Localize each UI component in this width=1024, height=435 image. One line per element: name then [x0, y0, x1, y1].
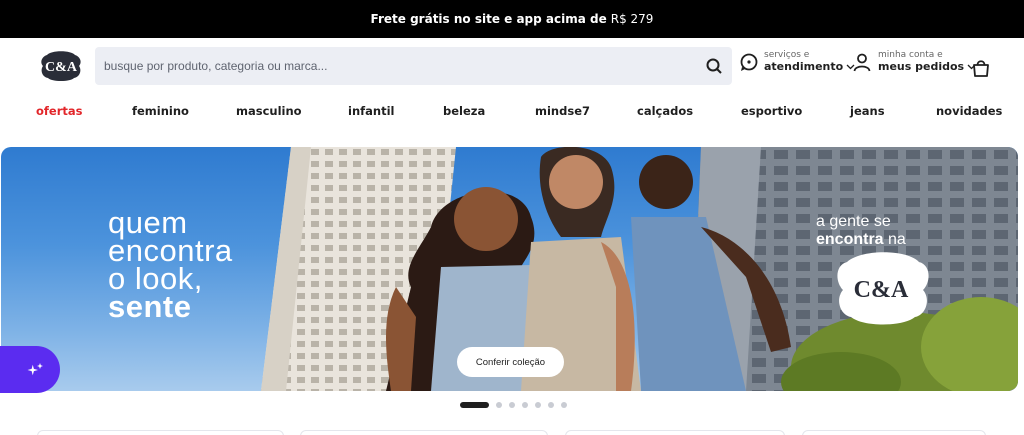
category-nav: ofertas feminino masculino infantil bele…	[0, 94, 1024, 128]
carousel-dots	[460, 402, 574, 408]
search-icon[interactable]	[704, 56, 724, 76]
carousel-dot[interactable]	[496, 402, 502, 408]
promo-bar: Frete grátis no site e app acima de R$ 2…	[0, 0, 1024, 38]
nav-item-feminino[interactable]: feminino	[132, 104, 189, 118]
bag-icon[interactable]	[971, 58, 991, 78]
account-small-label: minha conta e	[878, 50, 943, 60]
carousel-dot[interactable]	[548, 402, 554, 408]
assistant-launcher[interactable]	[0, 346, 60, 393]
services-label: atendimento	[764, 60, 844, 73]
carousel-dot[interactable]	[460, 402, 489, 408]
promo-text: Frete grátis no site e app acima de	[370, 12, 607, 26]
hero-tagline-line1: a gente se	[816, 213, 891, 230]
nav-item-infantil[interactable]: infantil	[348, 104, 394, 118]
account-label: meus pedidos	[878, 60, 965, 73]
hero-banner[interactable]: C&A quem encontra o look, sente a gente …	[1, 147, 1018, 391]
nav-item-mindse7[interactable]: mindse7	[535, 104, 590, 118]
hero-badge-text: C&A	[854, 277, 909, 303]
nav-item-novidades[interactable]: novidades	[936, 104, 1002, 118]
nav-item-ofertas[interactable]: ofertas	[36, 104, 82, 118]
services-small-label: serviços e	[764, 50, 810, 60]
logo-icon: C&A	[41, 51, 81, 81]
promo-card[interactable]	[37, 430, 284, 435]
promo-card[interactable]	[300, 430, 548, 435]
hero-tagline-rest: na	[888, 231, 906, 248]
carousel-dot[interactable]	[522, 402, 528, 408]
services-menu[interactable]: serviços e atendimento	[739, 50, 855, 73]
carousel-dot[interactable]	[561, 402, 567, 408]
nav-item-beleza[interactable]: beleza	[443, 104, 485, 118]
chat-support-icon	[740, 53, 758, 71]
search-input[interactable]	[95, 47, 685, 85]
nav-item-masculino[interactable]: masculino	[236, 104, 302, 118]
hero-tagline-strong: encontra	[816, 231, 884, 248]
nav-item-esportivo[interactable]: esportivo	[741, 104, 802, 118]
logo[interactable]: C&A	[39, 49, 83, 83]
user-icon	[853, 53, 871, 71]
logo-text: C&A	[45, 60, 78, 75]
carousel-dot[interactable]	[509, 402, 515, 408]
sparkle-icon	[27, 363, 43, 376]
hero-headline: quem encontra o look, sente	[108, 207, 233, 324]
conferir-colecao-button[interactable]: Conferir coleção	[457, 347, 564, 377]
promo-card[interactable]	[802, 430, 986, 435]
hero-tagline: a gente se encontra na	[816, 213, 906, 249]
account-menu[interactable]: minha conta e meus pedidos	[852, 50, 976, 73]
hero-headline-line4: sente	[108, 289, 192, 324]
promo-card[interactable]	[565, 430, 785, 435]
nav-item-jeans[interactable]: jeans	[850, 104, 885, 118]
search-box	[95, 47, 732, 85]
promo-price: R$ 279	[610, 12, 654, 26]
site-header: C&A serviços e atendimento minha conta e…	[0, 38, 1024, 94]
nav-item-calcados[interactable]: calçados	[637, 104, 693, 118]
carousel-dot[interactable]	[535, 402, 541, 408]
